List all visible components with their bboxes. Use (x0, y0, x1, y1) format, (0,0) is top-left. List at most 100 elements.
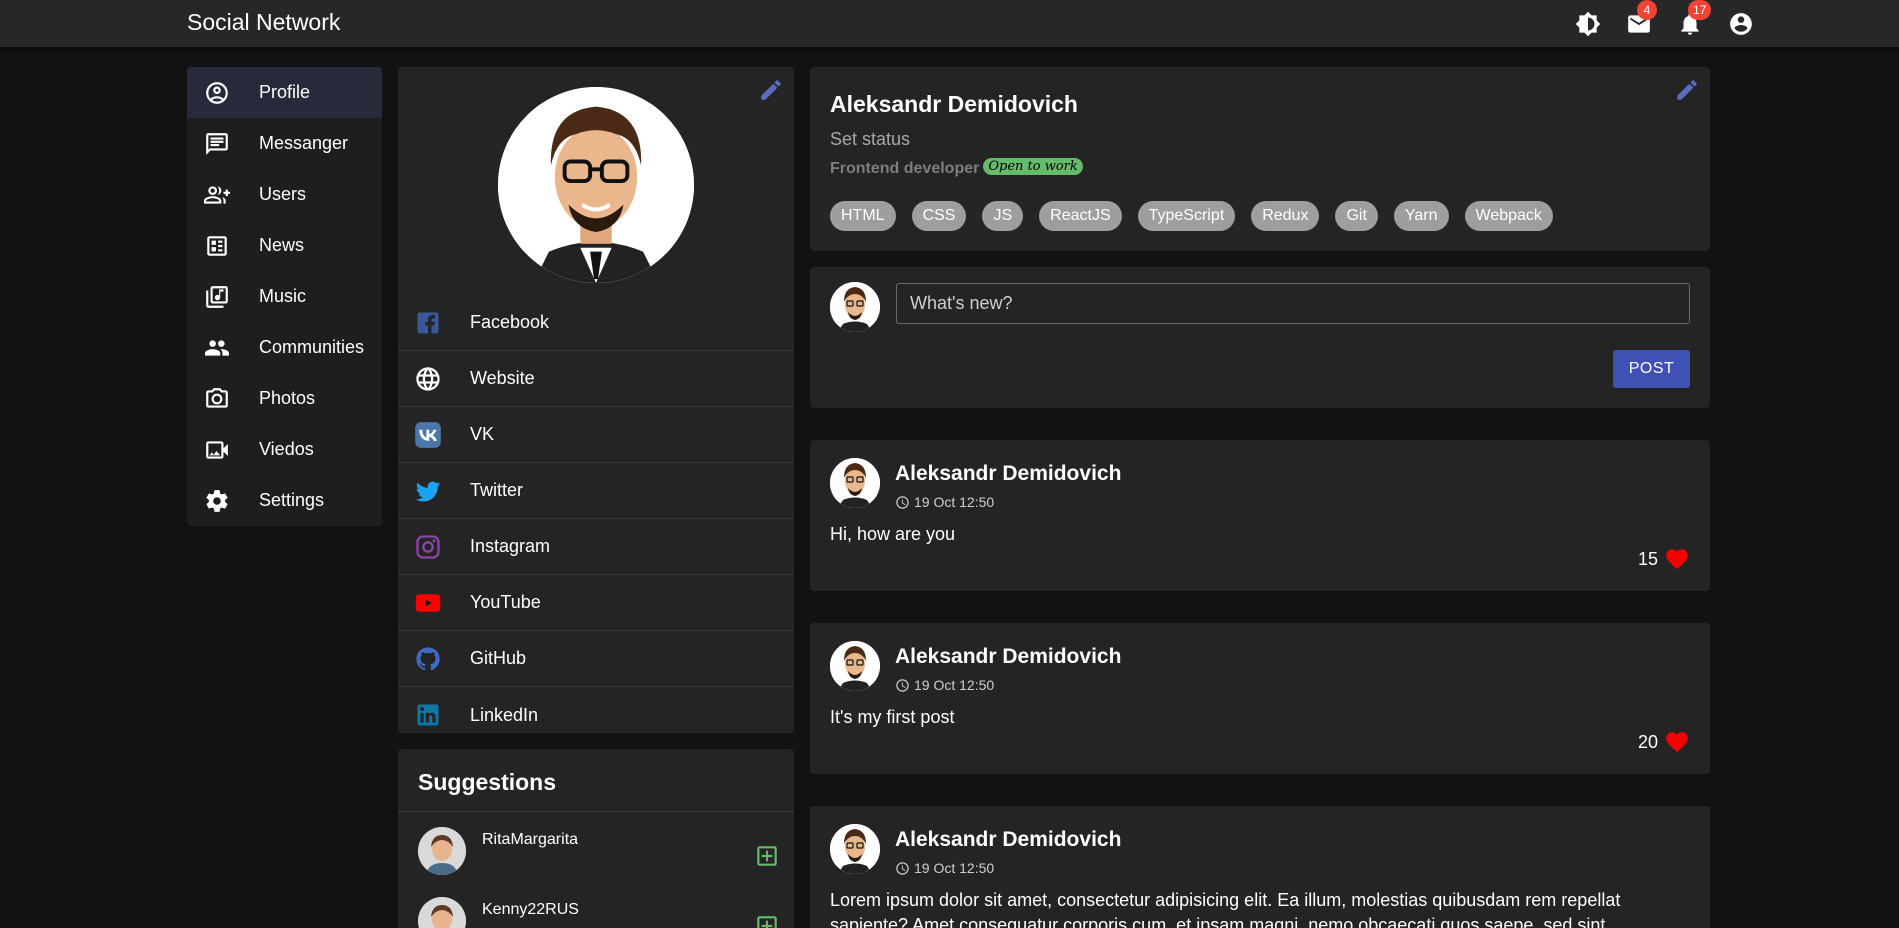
like-button[interactable]: 20 (1638, 729, 1690, 755)
skill-chip[interactable]: Git (1335, 201, 1378, 231)
skill-chip[interactable]: Webpack (1464, 201, 1553, 231)
globe-icon (414, 365, 442, 393)
social-link-youtube[interactable]: YouTube (398, 575, 794, 631)
sidebar-item-users[interactable]: Users (187, 169, 382, 220)
avatar[interactable] (830, 458, 880, 508)
post-card: Aleksandr Demidovich 19 Oct 12:50 It's m… (810, 623, 1710, 774)
profile-avatar[interactable] (498, 87, 694, 283)
social-link-vk[interactable]: VK (398, 407, 794, 463)
sidebar-item-label: News (259, 235, 305, 255)
heart-icon (1666, 549, 1688, 570)
profile-info-card: Aleksandr Demidovich Set status Frontend… (810, 67, 1710, 251)
suggestion-name[interactable]: Kenny22RUS (482, 901, 579, 919)
post-text: It's my first post (830, 707, 955, 727)
newspaper-icon (203, 232, 231, 260)
post-time: 19 Oct 12:50 (895, 494, 994, 510)
mail-badge: 4 (1637, 0, 1657, 20)
social-link-label: Instagram (470, 536, 551, 556)
post-author[interactable]: Aleksandr Demidovich (895, 645, 1121, 669)
sidebar-item-videos[interactable]: Viedos (187, 424, 382, 475)
social-link-github[interactable]: GitHub (398, 631, 794, 687)
mail-icon[interactable]: 4 (1623, 0, 1657, 39)
add-box-icon (757, 846, 777, 866)
like-button[interactable]: 15 (1638, 546, 1690, 572)
sidebar-item-communities[interactable]: Communities (187, 322, 382, 373)
skill-chip[interactable]: HTML (830, 201, 896, 231)
add-friend-button[interactable] (754, 913, 780, 928)
library-music-icon (203, 283, 231, 311)
skill-chip[interactable]: Yarn (1393, 201, 1449, 231)
instagram-icon (414, 533, 442, 561)
skill-chip[interactable]: CSS (911, 201, 967, 231)
bell-icon[interactable]: 17 (1674, 0, 1712, 39)
sidebar-item-label: Profile (259, 82, 311, 102)
pencil-icon (761, 80, 781, 100)
group-add-icon (203, 181, 231, 209)
account-icon[interactable] (1725, 8, 1756, 39)
social-link-facebook[interactable]: Facebook (398, 295, 794, 351)
sidebar-item-label: Messanger (259, 133, 349, 153)
sidebar-nav: Profile Messanger Users News Music Commu… (187, 67, 382, 526)
avatar[interactable] (418, 897, 466, 928)
job-title: Frontend developer Open to work (830, 157, 1083, 178)
post-author[interactable]: Aleksandr Demidovich (895, 462, 1121, 486)
people-icon (203, 334, 231, 362)
social-link-twitter[interactable]: Twitter (398, 463, 794, 519)
sidebar-item-news[interactable]: News (187, 220, 382, 271)
social-links: Facebook Website VK Twitter Instagram Yo… (398, 295, 794, 733)
sidebar-item-profile[interactable]: Profile (187, 67, 382, 118)
clock-icon (896, 861, 909, 875)
skill-chip[interactable]: TypeScript (1137, 201, 1236, 231)
suggestion-name[interactable]: RitaMargarita (482, 831, 578, 849)
video-icon (203, 436, 231, 464)
skill-chip[interactable]: ReactJS (1039, 201, 1122, 231)
sidebar-item-messanger[interactable]: Messanger (187, 118, 382, 169)
profile-card: Facebook Website VK Twitter Instagram Yo… (398, 67, 794, 733)
suggestions-card: Suggestions RitaMargarita Kenny22RUS (398, 749, 794, 928)
heart-icon (1666, 732, 1688, 753)
set-status-link[interactable]: Set status (830, 129, 910, 150)
appbar-actions: 4 17 (1572, 0, 1756, 39)
brightness-icon[interactable] (1572, 8, 1603, 39)
add-box-icon (757, 916, 777, 928)
edit-profile-button[interactable] (758, 77, 784, 103)
profile-name: Aleksandr Demidovich (830, 91, 1078, 117)
account-circle-icon (203, 79, 231, 107)
facebook-icon (414, 309, 442, 337)
social-link-linkedin[interactable]: LinkedIn (398, 687, 794, 733)
skill-chip[interactable]: JS (982, 201, 1024, 231)
social-link-label: YouTube (470, 592, 541, 612)
sidebar-item-photos[interactable]: Photos (187, 373, 382, 424)
post-button[interactable]: POST (1613, 350, 1690, 388)
suggestions-title: Suggestions (418, 769, 557, 795)
edit-info-button[interactable] (1674, 77, 1700, 103)
clock-icon (896, 495, 909, 509)
sidebar-item-settings[interactable]: Settings (187, 475, 382, 526)
social-link-label: Website (470, 368, 535, 388)
social-link-label: VK (470, 424, 495, 444)
new-post-input[interactable] (896, 283, 1690, 324)
suggestion-item[interactable]: RitaMargarita (398, 827, 794, 887)
sidebar-item-label: Users (259, 184, 307, 204)
avatar[interactable] (830, 824, 880, 874)
sidebar-item-music[interactable]: Music (187, 271, 382, 322)
post-card: Aleksandr Demidovich 19 Oct 12:50 Lorem … (810, 806, 1710, 928)
social-link-instagram[interactable]: Instagram (398, 519, 794, 575)
twitter-icon (414, 477, 442, 505)
post-time: 19 Oct 12:50 (895, 677, 994, 693)
notifications-badge: 17 (1688, 0, 1712, 20)
post-text: Hi, how are you (830, 524, 956, 544)
social-link-website[interactable]: Website (398, 351, 794, 407)
avatar[interactable] (830, 641, 880, 691)
vk-icon (414, 421, 442, 449)
suggestion-item[interactable]: Kenny22RUS (398, 897, 794, 928)
post-time: 19 Oct 12:50 (895, 860, 994, 876)
skill-chip[interactable]: Redux (1251, 201, 1320, 231)
post-author[interactable]: Aleksandr Demidovich (895, 828, 1121, 852)
add-friend-button[interactable] (754, 843, 780, 869)
avatar (830, 282, 880, 332)
app-title[interactable]: Social Network (187, 9, 340, 36)
camera-icon (203, 385, 231, 413)
message-icon (203, 130, 231, 158)
avatar[interactable] (418, 827, 466, 875)
